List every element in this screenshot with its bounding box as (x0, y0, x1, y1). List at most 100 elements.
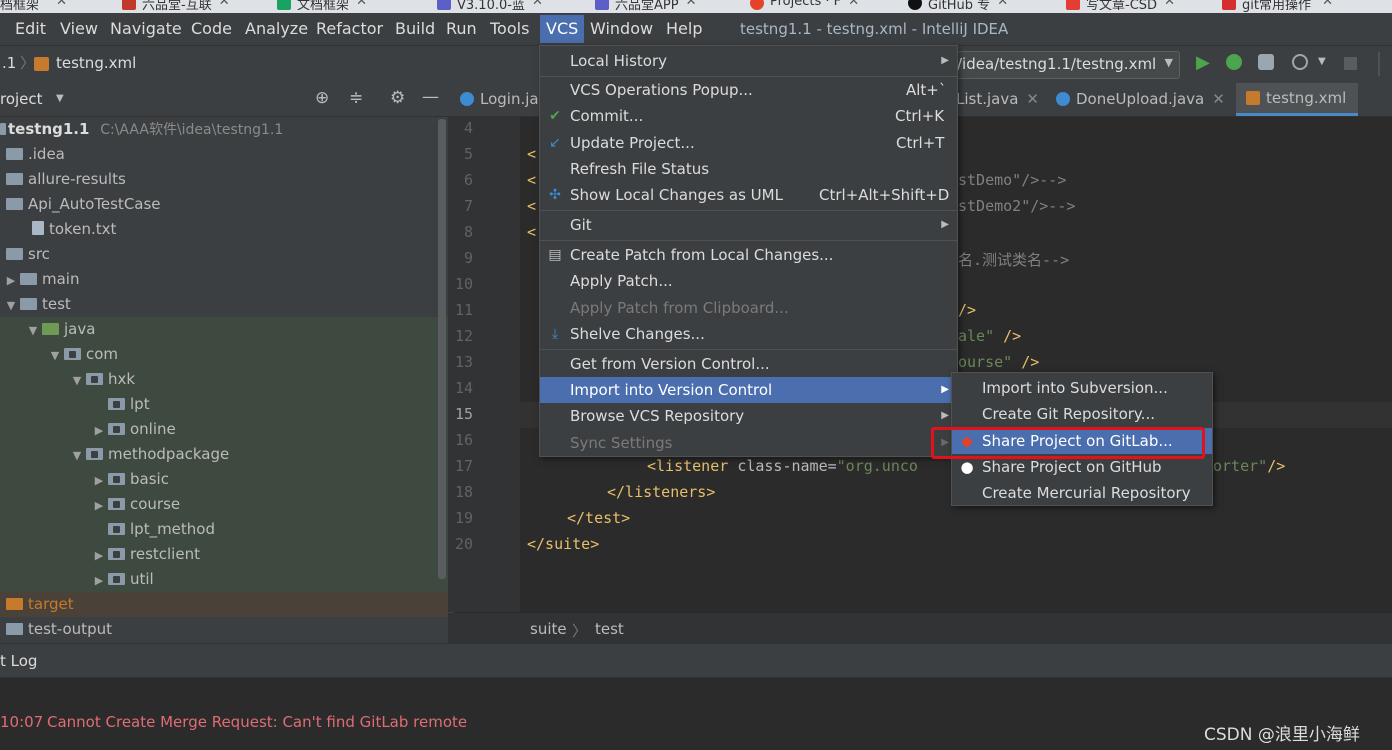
menu-separator (540, 240, 957, 241)
stop-icon[interactable] (1344, 57, 1357, 70)
browser-tab[interactable]: V3.10.0-蓝 ✕ (435, 0, 543, 13)
tree-item[interactable]: token.txt (0, 217, 470, 242)
nav-project[interactable]: .1 (2, 54, 16, 72)
tree-item[interactable]: ▼ methodpackage (0, 442, 506, 467)
menu-item-local-history[interactable]: Local History ▶ (540, 48, 957, 74)
menu-view[interactable]: View (54, 13, 104, 45)
menu-item-browse-vcs-repository[interactable]: Browse VCS Repository ▶ (540, 403, 957, 429)
tab-doneupload-java[interactable]: DoneUpload.java ✕ (1056, 83, 1225, 116)
tab-list-java[interactable]: List.java ✕ (956, 83, 1039, 116)
collapse-all-icon[interactable]: ≑ (349, 88, 363, 108)
close-icon[interactable]: ✕ (1026, 90, 1039, 108)
menu-item-git[interactable]: Git ▶ (540, 212, 957, 238)
project-view-selector[interactable]: roject (0, 90, 43, 108)
tree-item[interactable]: test-output (0, 617, 444, 642)
browser-tab[interactable]: Projects · F ✕ (748, 0, 859, 12)
menu-item-create-patch[interactable]: ▤ Create Patch from Local Changes... (540, 242, 957, 268)
chevron-right-icon[interactable]: ▶ (90, 493, 108, 518)
tree-item[interactable]: Api_AutoTestCase (0, 192, 444, 217)
close-icon[interactable]: ✕ (848, 0, 859, 9)
menu-item-create-mercurial-repository[interactable]: Create Mercurial Repository (952, 480, 1212, 506)
locate-icon[interactable]: ⊕ (315, 88, 329, 108)
tree-item[interactable]: allure-results (0, 167, 444, 192)
folder-icon (6, 148, 23, 160)
menu-item-refresh-file-status[interactable]: Refresh File Status (540, 156, 957, 182)
minimize-icon[interactable]: — (422, 87, 439, 107)
tab-testng-xml[interactable]: testng.xml (1236, 83, 1359, 116)
browser-tab[interactable]: git常用操作 ✕ (1220, 0, 1333, 13)
menu-item-apply-patch[interactable]: Apply Patch... (540, 268, 957, 294)
tree-root[interactable]: testng1.1 C:\AAA软件\idea\testng1.1 (0, 117, 438, 142)
browser-tab[interactable]: 文档框架 ✕ (275, 0, 367, 13)
close-icon[interactable]: ✕ (1212, 90, 1225, 108)
close-icon[interactable]: ✕ (997, 0, 1008, 9)
breadcrumb-suite[interactable]: suite (530, 620, 567, 638)
coverage-icon[interactable] (1258, 54, 1274, 70)
menu-refactor[interactable]: Refactor (310, 13, 389, 45)
menu-item-import-into-vcs[interactable]: Import into Version Control ▶ (540, 377, 957, 403)
chevron-down-icon[interactable]: ▼ (2, 293, 20, 318)
close-icon[interactable]: ✕ (1322, 0, 1333, 9)
menu-item-create-git-repository[interactable]: Create Git Repository... (952, 401, 1212, 427)
chevron-down-icon[interactable]: ▼ (24, 318, 42, 343)
tree-item[interactable]: ▼ java (0, 317, 462, 342)
menu-vcs[interactable]: VCS (540, 15, 585, 43)
browser-tab[interactable]: 六品堂-互联 ✕ (120, 0, 230, 13)
chevron-right-icon[interactable]: ▶ (90, 568, 108, 593)
close-icon[interactable]: ✕ (1164, 0, 1175, 9)
browser-tab[interactable]: 写文章-CSD ✕ (1064, 0, 1175, 13)
browser-tab[interactable]: 档框架 ✕ (0, 0, 67, 13)
menu-item-commit[interactable]: ✔ Commit... Ctrl+K (540, 103, 957, 129)
tree-item[interactable]: .idea (0, 142, 444, 167)
browser-tab[interactable]: 六品堂APP ✕ (593, 0, 697, 13)
tab-login-java[interactable]: Login.ja (460, 83, 539, 116)
menu-item-import-into-subversion[interactable]: Import into Subversion... (952, 375, 1212, 401)
chevron-down-icon[interactable]: ▼ (68, 368, 86, 393)
chevron-right-icon[interactable]: ▶ (90, 543, 108, 568)
tree-item[interactable]: ▼ test (0, 292, 440, 317)
menu-item-vcs-operations-popup[interactable]: VCS Operations Popup... Alt+` (540, 77, 957, 103)
breadcrumb: suite 〉 test (448, 613, 1392, 644)
menu-item-shelve-changes[interactable]: ⤓ Shelve Changes... (540, 321, 957, 347)
menu-tools[interactable]: Tools (484, 13, 535, 45)
chevron-down-icon[interactable]: ▼ (1318, 56, 1326, 67)
menu-help[interactable]: Help (660, 13, 708, 45)
close-icon[interactable]: ✕ (532, 0, 543, 9)
scrollbar[interactable] (438, 119, 446, 579)
menu-edit[interactable]: Edit (9, 13, 52, 45)
menu-item-get-from-vcs[interactable]: Get from Version Control... (540, 351, 957, 377)
tree-item[interactable]: target (0, 592, 454, 617)
tree-item[interactable]: ▼ com (0, 342, 484, 367)
profiler-icon[interactable] (1292, 54, 1308, 70)
menu-code[interactable]: Code (185, 13, 238, 45)
debug-icon[interactable] (1226, 54, 1242, 70)
menu-analyze[interactable]: Analyze (239, 13, 314, 45)
nav-file[interactable]: testng.xml (56, 54, 136, 72)
menu-item-update-project[interactable]: ↙ Update Project... Ctrl+T (540, 130, 957, 156)
close-icon[interactable]: ✕ (686, 0, 697, 9)
run-icon[interactable]: ▶ (1196, 52, 1210, 73)
chevron-right-icon[interactable]: ▶ (90, 418, 108, 443)
menu-build[interactable]: Build (389, 13, 441, 45)
run-config-select[interactable]: /idea/testng1.1/testng.xml ▼ (950, 51, 1180, 79)
chevron-down-icon[interactable]: ▼ (56, 93, 64, 104)
tree-item[interactable]: ▼ hxk (0, 367, 506, 392)
browser-tab[interactable]: GitHub 专 ✕ (906, 0, 1008, 13)
chevron-down-icon[interactable]: ▼ (46, 343, 64, 368)
chevron-down-icon[interactable]: ▼ (68, 443, 86, 468)
menu-window[interactable]: Window (584, 13, 659, 45)
event-log-title[interactable]: t Log (0, 652, 37, 670)
tree-item[interactable]: src (0, 242, 444, 267)
close-icon[interactable]: ✕ (219, 0, 230, 9)
tree-item[interactable]: ▶ main (0, 267, 440, 292)
close-icon[interactable]: ✕ (56, 0, 67, 9)
chevron-right-icon[interactable]: ▶ (90, 468, 108, 493)
menu-run[interactable]: Run (440, 13, 483, 45)
chevron-down-icon: ▼ (1164, 56, 1173, 69)
gear-icon[interactable]: ⚙ (390, 88, 405, 108)
menu-item-show-local-changes-uml[interactable]: ✣ Show Local Changes as UML Ctrl+Alt+Shift… (540, 182, 957, 208)
close-icon[interactable]: ✕ (356, 0, 367, 9)
breadcrumb-test[interactable]: test (595, 620, 624, 638)
chevron-right-icon[interactable]: ▶ (2, 268, 20, 293)
menu-navigate[interactable]: Navigate (104, 13, 188, 45)
